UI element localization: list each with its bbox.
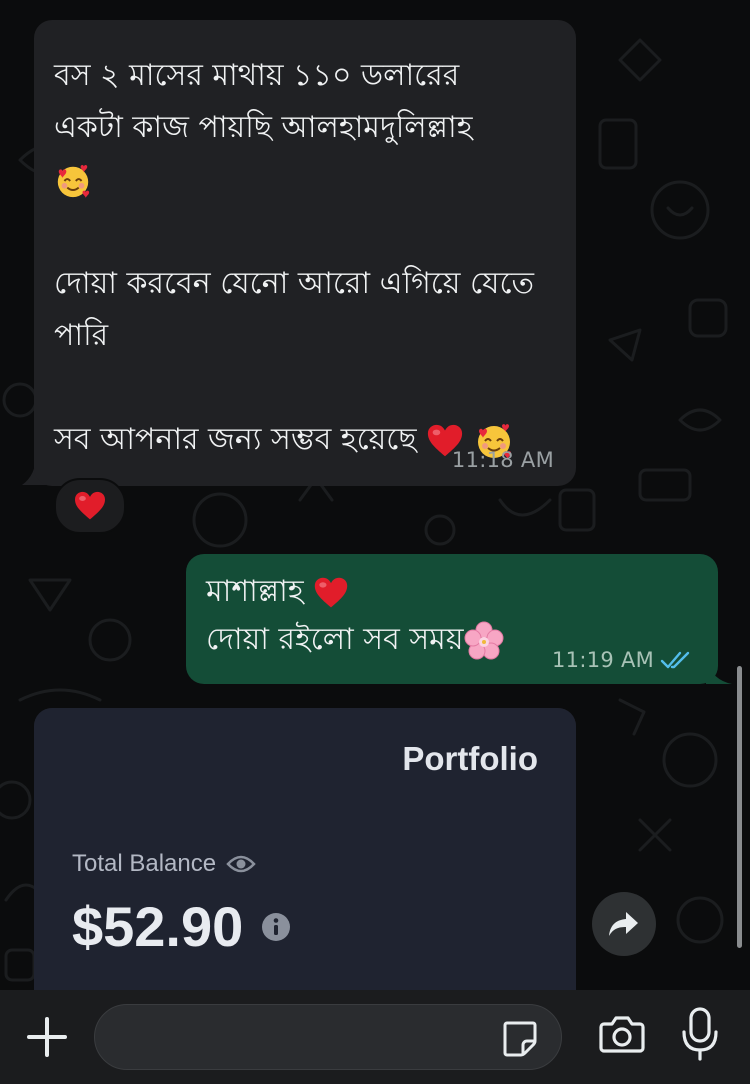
message-line: দোয়া রইলো সব সময় xyxy=(206,622,464,657)
sticker-icon[interactable] xyxy=(501,1019,539,1057)
message-text: বস ২ মাসের মাথায় ১১০ ডলারের একটা কাজ পায… xyxy=(54,50,564,466)
camera-icon[interactable] xyxy=(598,1010,646,1058)
red-heart-icon xyxy=(314,577,348,607)
forward-icon xyxy=(609,912,638,936)
portfolio-screenshot: Portfolio Total Balance $52.90 xyxy=(34,708,576,1008)
message-line: মাশাল্লাহ xyxy=(206,574,304,609)
message-field[interactable] xyxy=(94,1004,562,1070)
message-status: 11:19 AM xyxy=(552,648,692,672)
incoming-message[interactable]: বস ২ মাসের মাথায় ১১০ ডলারের একটা কাজ পায… xyxy=(34,20,576,486)
info-icon xyxy=(262,912,291,941)
message-input[interactable] xyxy=(117,1015,501,1061)
message-time: 11:18 AM xyxy=(451,448,554,472)
total-balance-label: Total Balance xyxy=(72,850,256,878)
eye-icon xyxy=(226,855,256,873)
total-balance-text: Total Balance xyxy=(72,850,217,877)
message-composer xyxy=(0,990,750,1084)
forward-button[interactable] xyxy=(592,892,656,956)
total-balance-value-row: $52.90 xyxy=(72,894,291,959)
message-text: মাশাল্লাহ দোয়া রইলো সব সময় xyxy=(206,568,556,664)
outgoing-message[interactable]: মাশাল্লাহ দোয়া রইলো সব সময় 11:19 AM xyxy=(186,554,718,684)
chat-thread[interactable]: বস ২ মাসের মাথায় ১১০ ডলারের একটা কাজ পায… xyxy=(0,0,750,1008)
message-paragraph: সব আপনার জন্য সম্ভব হয়েছে xyxy=(54,422,417,457)
read-receipt-icon xyxy=(660,651,690,669)
red-heart-icon xyxy=(75,491,105,520)
message-line: বস ২ মাসের মাথায় ১১০ ডলারের xyxy=(54,58,460,93)
message-reaction[interactable] xyxy=(54,478,126,534)
plus-icon xyxy=(27,1017,67,1057)
portfolio-title: Portfolio xyxy=(402,740,538,777)
attach-button[interactable] xyxy=(22,1012,72,1062)
message-paragraph: দোয়া করবেন যেনো আরো এগিয়ে যেতে পারি xyxy=(54,266,535,353)
microphone-icon[interactable] xyxy=(680,1006,720,1062)
message-line: একটা কাজ পায়ছি আলহামদুলিল্লাহ xyxy=(54,110,473,145)
incoming-image-message[interactable]: Portfolio Total Balance $52.90 xyxy=(34,708,576,1008)
message-time: 11:19 AM xyxy=(552,648,655,672)
total-balance-value: $52.90 xyxy=(72,895,244,958)
scrollbar[interactable] xyxy=(737,666,742,948)
smiling-face-with-hearts-icon xyxy=(57,164,90,198)
cherry-blossom-icon xyxy=(464,621,503,659)
